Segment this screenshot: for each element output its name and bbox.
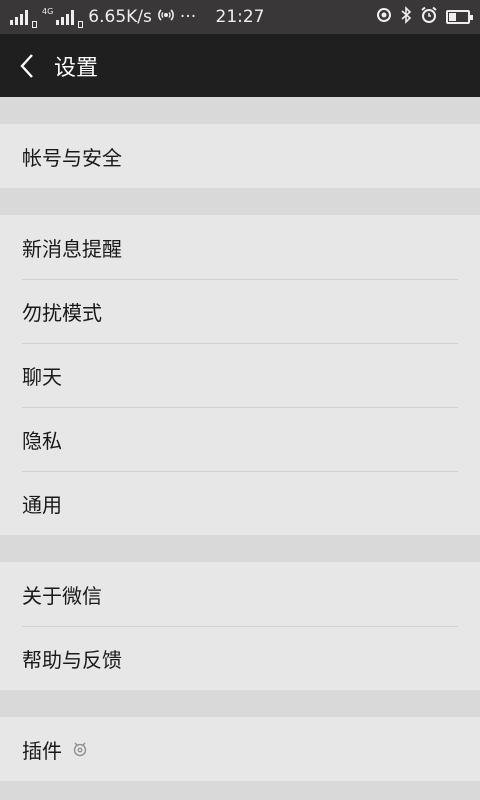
- back-button[interactable]: [0, 34, 54, 97]
- settings-item-general[interactable]: 通用: [0, 471, 480, 535]
- settings-group-account: 帐号与安全: [0, 124, 480, 188]
- settings-item-label: 插件: [22, 738, 62, 763]
- settings-item-label: 帐号与安全: [22, 145, 122, 170]
- settings-item-label: 聊天: [22, 364, 62, 389]
- back-chevron-icon: [20, 53, 33, 78]
- status-left: 4G 6.65K/s ···: [10, 7, 196, 28]
- settings-item-about-wechat[interactable]: 关于微信: [0, 562, 480, 626]
- bluetooth-icon: [400, 5, 412, 29]
- settings-list: 帐号与安全 新消息提醒 勿扰模式 聊天 隐私 通用 关于微信 帮助与反馈 插件: [0, 97, 480, 781]
- settings-item-label: 通用: [22, 492, 62, 517]
- plugin-icon: [72, 740, 88, 758]
- settings-item-account-security[interactable]: 帐号与安全: [0, 124, 480, 188]
- signal-icon: [10, 9, 28, 25]
- signal-icon-2: [56, 9, 75, 25]
- settings-item-new-message-alerts[interactable]: 新消息提醒: [0, 215, 480, 279]
- location-icon: [376, 7, 392, 28]
- group-gap: [0, 535, 480, 562]
- more-icon: ···: [179, 7, 197, 27]
- settings-item-label: 帮助与反馈: [22, 647, 122, 672]
- group-gap: [0, 690, 480, 717]
- settings-item-do-not-disturb[interactable]: 勿扰模式: [0, 279, 480, 343]
- settings-item-label: 关于微信: [22, 583, 102, 608]
- settings-item-help-feedback[interactable]: 帮助与反馈: [0, 626, 480, 690]
- settings-item-chats[interactable]: 聊天: [0, 343, 480, 407]
- settings-item-privacy[interactable]: 隐私: [0, 407, 480, 471]
- sim1-icon: [32, 20, 37, 28]
- battery-icon: [446, 10, 473, 24]
- settings-item-plugins[interactable]: 插件: [0, 717, 480, 781]
- wifi-hotspot-icon: [157, 7, 175, 28]
- settings-item-label: 勿扰模式: [22, 300, 102, 325]
- page-title: 设置: [54, 55, 99, 81]
- settings-item-label: 隐私: [22, 428, 62, 453]
- sim2-icon: [78, 20, 84, 28]
- status-right: [376, 5, 473, 29]
- settings-group-about: 关于微信 帮助与反馈: [0, 562, 480, 690]
- network-speed: 6.65K/s: [88, 7, 152, 27]
- title-bar: 设置: [0, 34, 480, 97]
- status-bar: 4G 6.65K/s ··· 21:27: [0, 0, 480, 34]
- settings-group-general: 新消息提醒 勿扰模式 聊天 隐私 通用: [0, 215, 480, 535]
- network-type: 4G: [42, 6, 54, 16]
- group-gap: [0, 97, 480, 124]
- settings-item-label: 新消息提醒: [22, 236, 122, 261]
- alarm-icon: [420, 6, 438, 29]
- settings-group-plugins: 插件: [0, 717, 480, 781]
- group-gap: [0, 188, 480, 215]
